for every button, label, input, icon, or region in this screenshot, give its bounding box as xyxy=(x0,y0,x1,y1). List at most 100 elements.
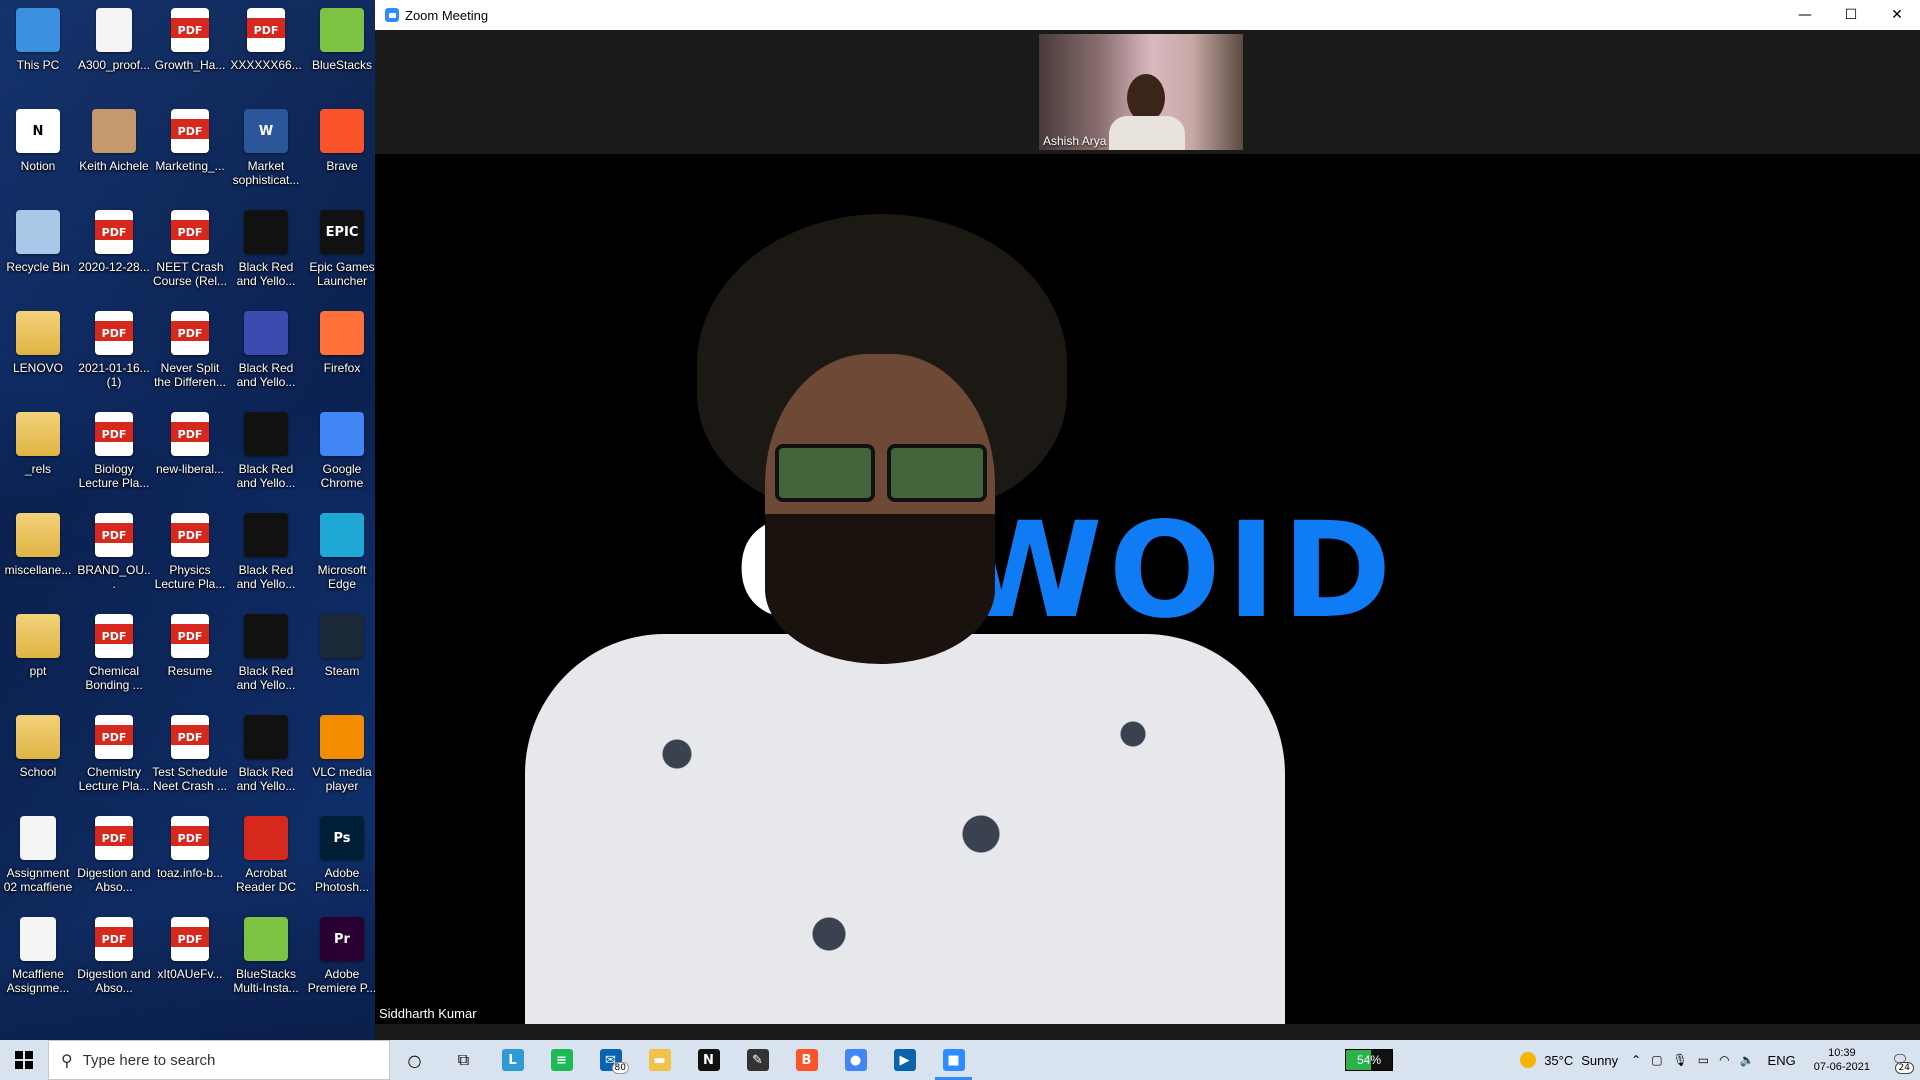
desktop-icon[interactable]: Firefox xyxy=(304,303,380,404)
desktop-icon[interactable]: Black Red and Yello... xyxy=(228,303,304,404)
thumbnail-name: Ashish Arya xyxy=(1043,134,1107,148)
desktop-icon[interactable]: BlueStacks Multi-Insta... xyxy=(228,909,304,1010)
document-icon xyxy=(20,816,56,860)
desktop-icon[interactable]: Black Red and Yello... xyxy=(228,505,304,606)
desktop-icon[interactable]: Recycle Bin xyxy=(0,202,76,303)
desktop-icon[interactable]: PDF Physics Lecture Pla... xyxy=(152,505,228,606)
desktop-icon[interactable]: EPIC Epic Games Launcher xyxy=(304,202,380,303)
battery-indicator[interactable]: 54% xyxy=(1345,1049,1393,1071)
sun-icon xyxy=(1520,1052,1537,1068)
taskbar-mail[interactable]: ✉ 80 xyxy=(586,1040,635,1080)
desktop-icon[interactable]: PDF XXXXXX66... xyxy=(228,0,304,101)
desktop-icon[interactable]: Black Red and Yello... xyxy=(228,404,304,505)
desktop-icon[interactable]: VLC media player xyxy=(304,707,380,808)
pdf-icon: PDF xyxy=(171,412,209,456)
taskbar-brave[interactable]: B xyxy=(782,1040,831,1080)
taskbar-chrome[interactable]: ● xyxy=(831,1040,880,1080)
taskbar-notion[interactable]: N xyxy=(684,1040,733,1080)
desktop-icon[interactable]: Ps Adobe Photosh... xyxy=(304,808,380,909)
desktop-icon-label: miscellane... xyxy=(4,563,72,577)
desktop-icon[interactable]: PDF Resume xyxy=(152,606,228,707)
desktop-icon[interactable]: PDF xIt0AUeFv... xyxy=(152,909,228,1010)
wifi-icon[interactable]: ◠ xyxy=(1719,1053,1729,1067)
maximize-button[interactable]: ☐ xyxy=(1828,0,1874,30)
desktop-icon-label: Resume xyxy=(167,664,213,678)
active-speaker-video[interactable]: GRWOID Siddharth Kumar xyxy=(375,154,1920,1024)
desktop-icon[interactable]: School xyxy=(0,707,76,808)
taskbar: ⚲ Type here to search ○ ⧉ L ≡ ✉ 80 ▬ N ✎ B ● ▶ ■ 54%… xyxy=(0,1040,1920,1080)
microphone-icon[interactable]: 🎙 xyxy=(1673,1053,1688,1067)
desktop-icon[interactable]: Brave xyxy=(304,101,380,202)
desktop-icon[interactable]: This PC xyxy=(0,0,76,101)
desktop-icon[interactable]: PDF Never Split the Differen... xyxy=(152,303,228,404)
desktop-icon[interactable]: PDF Biology Lecture Pla... xyxy=(76,404,152,505)
desktop-icon-label: _rels xyxy=(24,462,51,476)
desktop-icon[interactable]: Keith Aichele xyxy=(76,101,152,202)
pdf-icon: PDF xyxy=(95,210,133,254)
search-placeholder: Type here to search xyxy=(82,1051,216,1069)
task-view-button[interactable]: ⧉ xyxy=(439,1040,488,1080)
desktop-icon[interactable]: PDF Digestion and Abso... xyxy=(76,808,152,909)
pdf-icon: PDF xyxy=(95,816,133,860)
desktop-icon-label: Growth_Ha... xyxy=(154,58,226,72)
desktop-icon-label: Market sophisticat... xyxy=(232,159,300,187)
taskbar-l-app[interactable]: L xyxy=(488,1040,537,1080)
desktop-icon[interactable]: PDF BRAND_OU... xyxy=(76,505,152,606)
meet-now-icon[interactable]: ▢ xyxy=(1651,1053,1662,1067)
desktop-icon[interactable]: PDF 2021-01-16... (1) xyxy=(76,303,152,404)
desktop-icon[interactable]: Steam xyxy=(304,606,380,707)
taskbar-spotify[interactable]: ≡ xyxy=(537,1040,586,1080)
desktop-icon[interactable]: PDF new-liberal... xyxy=(152,404,228,505)
start-button[interactable] xyxy=(0,1040,48,1080)
taskbar-media[interactable]: ▶ xyxy=(880,1040,929,1080)
desktop-icon[interactable]: _rels xyxy=(0,404,76,505)
desktop-icon[interactable]: PDF Growth_Ha... xyxy=(152,0,228,101)
desktop-icon[interactable]: PDF Chemistry Lecture Pla... xyxy=(76,707,152,808)
desktop-icon[interactable]: miscellane... xyxy=(0,505,76,606)
participant-video xyxy=(1127,74,1165,122)
desktop-icon[interactable]: PDF Marketing_... xyxy=(152,101,228,202)
desktop-icon[interactable]: LENOVO xyxy=(0,303,76,404)
desktop-icon[interactable]: PDF NEET Crash Course (Rel... xyxy=(152,202,228,303)
volume-icon[interactable]: 🔈 xyxy=(1740,1053,1755,1067)
taskbar-zoom[interactable]: ■ xyxy=(929,1040,978,1080)
search-box[interactable]: ⚲ Type here to search xyxy=(48,1040,390,1080)
desktop-icon[interactable]: PDF Chemical Bonding ... xyxy=(76,606,152,707)
desktop-icon[interactable]: Mcaffiene Assignme... xyxy=(0,909,76,1010)
weather-temp[interactable]: 35°C xyxy=(1544,1053,1573,1068)
desktop-icon[interactable]: W Market sophisticat... xyxy=(228,101,304,202)
desktop-icon[interactable]: ppt xyxy=(0,606,76,707)
notification-center-button[interactable]: 🗨 24 xyxy=(1880,1040,1920,1080)
desktop-icon[interactable]: BlueStacks xyxy=(304,0,380,101)
close-button[interactable]: ✕ xyxy=(1874,0,1920,30)
weather-text[interactable]: Sunny xyxy=(1581,1053,1618,1068)
desktop-icon[interactable]: Microsoft Edge xyxy=(304,505,380,606)
cortana-button[interactable]: ○ xyxy=(390,1040,439,1080)
desktop-icon[interactable]: PDF Digestion and Abso... xyxy=(76,909,152,1010)
language-indicator[interactable]: ENG xyxy=(1768,1053,1796,1068)
minimize-button[interactable]: — xyxy=(1782,0,1828,30)
desktop-icon[interactable]: A300_proof... xyxy=(76,0,152,101)
taskbar-sticky-notes[interactable]: ✎ xyxy=(733,1040,782,1080)
desktop-icon[interactable]: Assignment 02 mcaffiene xyxy=(0,808,76,909)
taskbar-explorer[interactable]: ▬ xyxy=(635,1040,684,1080)
desktop-icon[interactable]: Acrobat Reader DC xyxy=(228,808,304,909)
photo-icon xyxy=(92,109,136,153)
desktop-icon[interactable]: Google Chrome xyxy=(304,404,380,505)
desktop-icon[interactable]: PDF toaz.info-b... xyxy=(152,808,228,909)
desktop-icon-label: 2021-01-16... (1) xyxy=(78,361,150,389)
pdf-icon: PDF xyxy=(95,614,133,658)
desktop-icon[interactable]: PDF 2020-12-28... xyxy=(76,202,152,303)
chevron-up-icon[interactable]: ⌃ xyxy=(1631,1053,1641,1067)
desktop-icon[interactable]: Black Red and Yello... xyxy=(228,606,304,707)
participant-thumbnail[interactable]: Ashish Arya xyxy=(1039,34,1243,150)
desktop-icon[interactable]: Pr Adobe Premiere P... xyxy=(304,909,380,1010)
desktop-icon[interactable]: Black Red and Yello... xyxy=(228,707,304,808)
task-view-icon: ⧉ xyxy=(457,1050,470,1069)
desktop-icon-label: Chemistry Lecture Pla... xyxy=(78,765,150,793)
desktop-icon[interactable]: N Notion xyxy=(0,101,76,202)
battery-icon[interactable]: ▭ xyxy=(1698,1053,1709,1067)
clock[interactable]: 10:39 07-06-2021 xyxy=(1814,1046,1870,1074)
desktop-icon[interactable]: PDF Test Schedule Neet Crash ... xyxy=(152,707,228,808)
desktop-icon[interactable]: Black Red and Yello... xyxy=(228,202,304,303)
